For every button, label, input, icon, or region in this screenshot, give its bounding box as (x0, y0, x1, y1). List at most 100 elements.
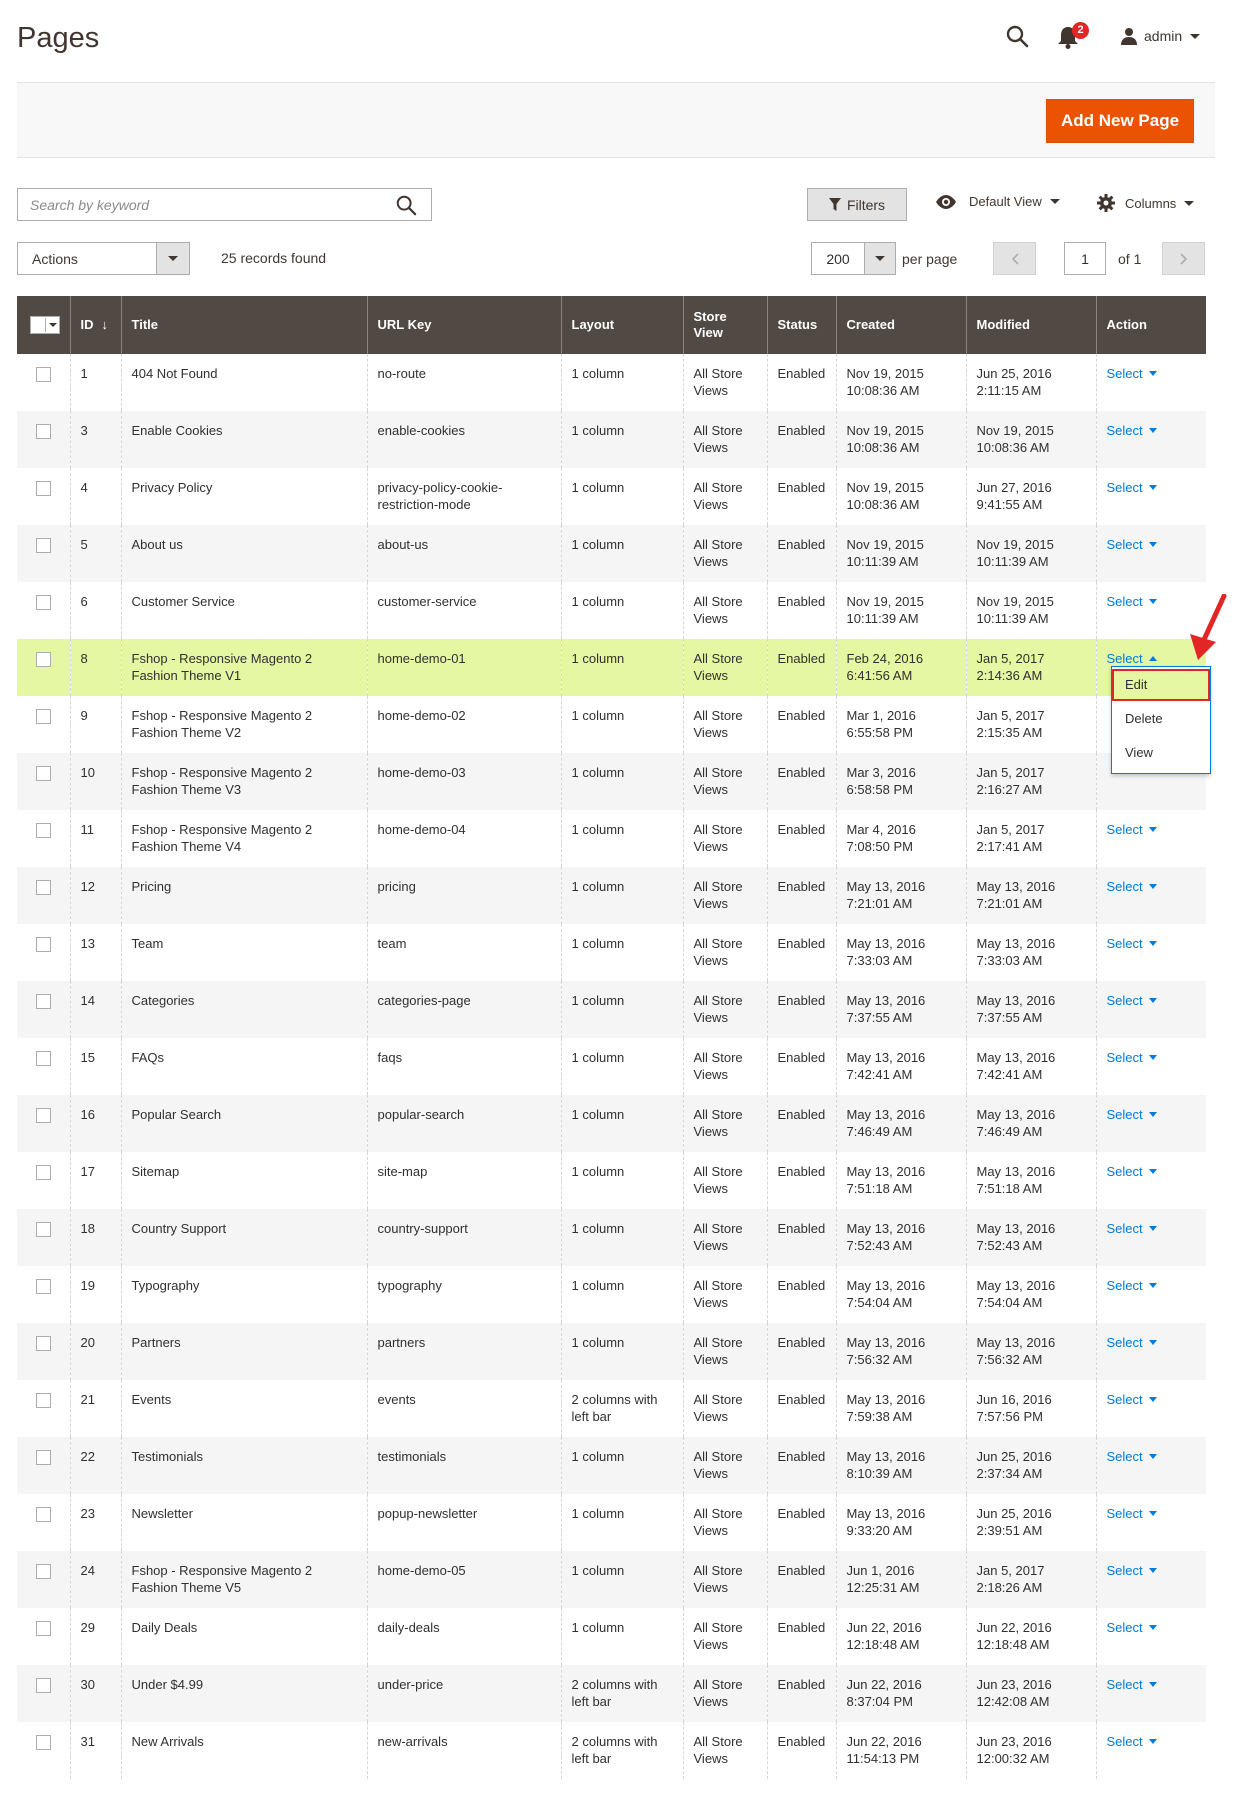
row-action-select[interactable]: Select (1107, 536, 1157, 553)
row-action-select[interactable]: Select (1107, 479, 1157, 496)
table-row[interactable]: 23 Newsletter popup-newsletter 1 column All … (17, 1494, 1206, 1551)
row-select-checkbox[interactable] (36, 880, 51, 895)
row-select-checkbox[interactable] (36, 424, 51, 439)
table-row[interactable]: 11 Fshop - Responsive Magento 2 Fashion T… (17, 810, 1206, 867)
action-menu-view[interactable]: View (1112, 737, 1210, 769)
row-select-checkbox[interactable] (36, 1507, 51, 1522)
row-action-select[interactable]: Select (1107, 1163, 1157, 1180)
table-row[interactable]: 20 Partners partners 1 column All Store View… (17, 1323, 1206, 1380)
table-row[interactable]: 16 Popular Search popular-search 1 column Al… (17, 1095, 1206, 1152)
table-row[interactable]: 22 Testimonials testimonials 1 column All St… (17, 1437, 1206, 1494)
row-select-checkbox[interactable] (36, 1393, 51, 1408)
table-row[interactable]: 10 Fshop - Responsive Magento 2 Fashion T… (17, 753, 1206, 810)
column-header-layout[interactable]: Layout (560, 296, 683, 354)
row-action-select[interactable]: Select (1107, 878, 1157, 895)
table-row[interactable]: 1 404 Not Found no-route 1 column All Store … (17, 354, 1206, 411)
column-header-modified[interactable]: Modified (965, 296, 1096, 354)
row-select-checkbox[interactable] (36, 709, 51, 724)
row-action-select[interactable]: Select (1107, 1049, 1157, 1066)
filters-button[interactable]: Filters (807, 188, 907, 221)
per-page-select[interactable]: 200 (811, 242, 896, 275)
row-action-select[interactable]: Select (1107, 992, 1157, 1009)
search-icon[interactable] (395, 194, 417, 216)
row-action-select[interactable]: Select (1107, 1562, 1157, 1579)
page-number-input[interactable] (1064, 242, 1106, 275)
column-header-created[interactable]: Created (835, 296, 966, 354)
row-action-select[interactable]: Select (1107, 821, 1157, 838)
mass-actions-select[interactable]: Actions (17, 242, 190, 275)
search-input[interactable] (18, 189, 402, 220)
row-action-select[interactable]: Select (1107, 1676, 1157, 1693)
previous-page-button[interactable] (993, 242, 1036, 275)
row-select-checkbox[interactable] (36, 1450, 51, 1465)
table-row[interactable]: 15 FAQs faqs 1 column All Store Views Enabled… (17, 1038, 1206, 1095)
columns-switcher[interactable]: Columns (1097, 194, 1195, 212)
table-row[interactable]: 13 Team team 1 column All Store Views Enabled… (17, 924, 1206, 981)
row-action-select[interactable]: Select (1107, 1733, 1157, 1750)
row-select-checkbox[interactable] (36, 367, 51, 382)
column-header-store-view[interactable]: Store View (682, 296, 767, 354)
table-row[interactable]: 3 Enable Cookies enable-cookies 1 column All… (17, 411, 1206, 468)
row-action-select[interactable]: Select (1107, 1391, 1157, 1408)
action-menu-edit[interactable]: Edit (1112, 669, 1210, 701)
row-select-checkbox[interactable] (36, 1621, 51, 1636)
table-row[interactable]: 24 Fshop - Responsive Magento 2 Fashion T… (17, 1551, 1206, 1608)
column-header-id[interactable]: ID ↓ (69, 296, 121, 354)
column-header-status[interactable]: Status (766, 296, 836, 354)
column-header-url-key[interactable]: URL Key (366, 296, 561, 354)
row-action-select[interactable]: Select (1107, 422, 1157, 439)
table-row[interactable]: 9 Fshop - Responsive Magento 2 Fashion Th… (17, 696, 1206, 753)
row-action-select[interactable]: Select (1107, 1619, 1157, 1636)
table-row[interactable]: 14 Categories categories-page 1 column All S… (17, 981, 1206, 1038)
table-row[interactable]: 4 Privacy Policy privacy-policy-cookie-res… (17, 468, 1206, 525)
table-row[interactable]: 18 Country Support country-support 1 column… (17, 1209, 1206, 1266)
row-select-checkbox[interactable] (36, 481, 51, 496)
row-select-checkbox[interactable] (36, 1051, 51, 1066)
row-select-checkbox[interactable] (36, 823, 51, 838)
row-select-checkbox[interactable] (36, 937, 51, 952)
action-menu-delete[interactable]: Delete (1112, 703, 1210, 735)
row-select-checkbox[interactable] (36, 766, 51, 781)
table-row[interactable]: 21 Events events 2 columns with left bar All… (17, 1380, 1206, 1437)
table-row[interactable]: 17 Sitemap site-map 1 column All Store Views… (17, 1152, 1206, 1209)
column-header-title[interactable]: Title (120, 296, 367, 354)
table-row[interactable]: 5 About us about-us 1 column All Store Views… (17, 525, 1206, 582)
cell-modified: Nov 19, 2015 10:11:39 AM (965, 525, 1096, 582)
add-new-page-button[interactable]: Add New Page (1046, 99, 1194, 143)
row-select-checkbox[interactable] (36, 1165, 51, 1180)
row-action-select[interactable]: Select (1107, 1334, 1157, 1351)
row-action-select[interactable]: Select (1107, 935, 1157, 952)
row-action-select[interactable]: Select (1107, 1277, 1157, 1294)
row-select-checkbox[interactable] (36, 1564, 51, 1579)
row-select-checkbox[interactable] (36, 1735, 51, 1750)
mass-select-header[interactable] (17, 296, 70, 354)
row-action-select[interactable]: Select (1107, 1106, 1157, 1123)
table-row[interactable]: 19 Typography typography 1 column All Store … (17, 1266, 1206, 1323)
search-icon[interactable] (1005, 24, 1029, 48)
row-action-select[interactable]: Select (1107, 593, 1157, 610)
row-action-select[interactable]: Select (1107, 1448, 1157, 1465)
row-select-checkbox[interactable] (36, 1336, 51, 1351)
row-select-checkbox[interactable] (36, 1678, 51, 1693)
row-select-checkbox[interactable] (36, 538, 51, 553)
row-select-checkbox[interactable] (36, 994, 51, 1009)
row-select-checkbox[interactable] (36, 1222, 51, 1237)
row-action-select[interactable]: Select (1107, 1505, 1157, 1522)
view-switcher[interactable]: Default View (935, 194, 1060, 209)
row-select-checkbox[interactable] (36, 595, 51, 610)
next-page-button[interactable] (1162, 242, 1205, 275)
table-row[interactable]: 30 Under $4.99 under-price 2 columns with l… (17, 1665, 1206, 1722)
row-select-checkbox[interactable] (36, 1108, 51, 1123)
user-menu[interactable]: admin (1120, 24, 1201, 48)
row-select-checkbox[interactable] (36, 1279, 51, 1294)
table-row[interactable]: 8 Fshop - Responsive Magento 2 Fashion Th… (17, 639, 1206, 696)
table-row[interactable]: 31 New Arrivals new-arrivals 2 columns with… (17, 1722, 1206, 1779)
row-action-select[interactable]: Select (1107, 1220, 1157, 1237)
table-row[interactable]: 6 Customer Service customer-service 1 colum… (17, 582, 1206, 639)
mass-select-checkbox[interactable] (30, 316, 60, 334)
row-action-select[interactable]: Select (1107, 650, 1157, 667)
row-select-checkbox[interactable] (36, 652, 51, 667)
table-row[interactable]: 29 Daily Deals daily-deals 1 column All Stor… (17, 1608, 1206, 1665)
row-action-select[interactable]: Select (1107, 365, 1157, 382)
table-row[interactable]: 12 Pricing pricing 1 column All Store Views E… (17, 867, 1206, 924)
